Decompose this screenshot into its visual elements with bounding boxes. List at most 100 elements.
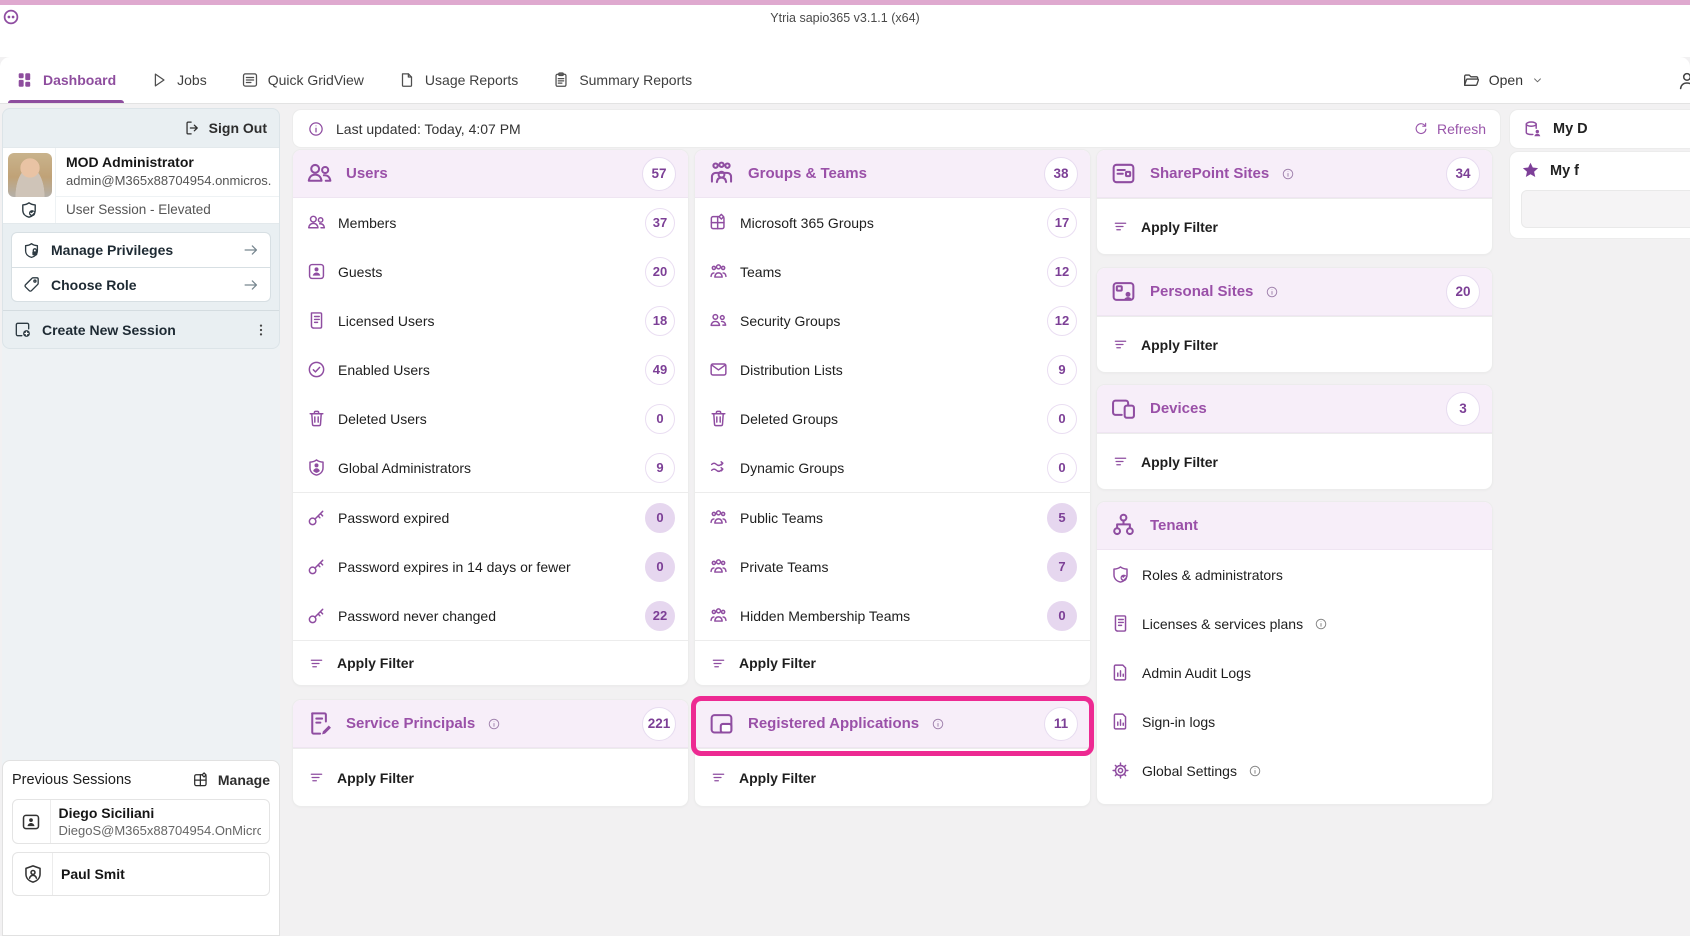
devices-card-header[interactable]: Devices 3 (1097, 385, 1492, 433)
create-new-session-button[interactable]: Create New Session (3, 310, 279, 348)
card-row[interactable]: Sign-in logs (1097, 697, 1492, 746)
card-row[interactable]: Roles & administrators (1097, 550, 1492, 599)
key-icon (306, 556, 327, 577)
sharepoint-sites-card: SharePoint Sites 34 Apply Filter (1097, 150, 1492, 254)
main-nav: Dashboard Jobs Quick GridView Usage Repo… (0, 57, 1690, 104)
license-doc-icon (306, 310, 327, 331)
tenant-card: Tenant Roles & administrators Licenses &… (1097, 502, 1492, 804)
quick-gridview-icon (241, 71, 259, 89)
current-session-card: Sign Out MOD Administrator admin@M365x88… (2, 108, 280, 349)
service-principals-card: Service Principals 221 Apply Filter (293, 700, 688, 806)
previous-sessions-list: Diego Siciliani DiegoS@M365x88704954.OnM… (12, 799, 270, 896)
apply-filter-button[interactable]: Apply Filter (293, 640, 688, 685)
card-row[interactable]: Microsoft 365 Groups 17 (695, 198, 1090, 247)
count-badge: 37 (645, 208, 675, 238)
count-badge: 38 (1044, 157, 1078, 191)
person-shield-icon (13, 853, 53, 895)
card-row[interactable]: Enabled Users 49 (293, 345, 688, 394)
refresh-button[interactable]: Refresh (1413, 121, 1486, 137)
session-status: User Session - Elevated (55, 197, 279, 223)
my-data-button[interactable]: My D (1510, 110, 1690, 148)
apply-filter-button[interactable]: Apply Filter (1097, 433, 1492, 489)
manage-sessions-button[interactable]: Manage (192, 771, 270, 789)
shield-check-icon (1110, 564, 1131, 585)
count-badge: 22 (645, 601, 675, 631)
card-row[interactable]: Password expired 0 (293, 493, 688, 542)
card-row[interactable]: Guests 20 (293, 247, 688, 296)
teams-icon (708, 261, 729, 282)
person-badge-icon (13, 800, 51, 843)
card-row[interactable]: Admin Audit Logs (1097, 648, 1492, 697)
info-icon (1265, 285, 1279, 299)
apply-filter-button[interactable]: Apply Filter (1097, 198, 1492, 254)
card-row[interactable]: Password expires in 14 days or fewer 0 (293, 542, 688, 591)
tenant-card-header[interactable]: Tenant (1097, 502, 1492, 550)
previous-session-item[interactable]: Paul Smit (12, 852, 270, 896)
sharepoint-sites-card-header[interactable]: SharePoint Sites 34 (1097, 150, 1492, 198)
groups-teams-card: Groups & Teams 38 Microsoft 365 Groups 1… (695, 150, 1090, 685)
doc-chart-icon (1110, 711, 1131, 732)
card-row[interactable]: Teams 12 (695, 247, 1090, 296)
card-row[interactable]: Dynamic Groups 0 (695, 443, 1090, 492)
card-row[interactable]: Deleted Users 0 (293, 394, 688, 443)
registered-applications-card-header[interactable]: Registered Applications 11 (695, 700, 1090, 748)
usage-reports-icon (398, 71, 416, 89)
manage-privileges-button[interactable]: Manage Privileges (12, 233, 270, 267)
apply-filter-button[interactable]: Apply Filter (1097, 316, 1492, 372)
card-row[interactable]: Security Groups 12 (695, 296, 1090, 345)
sign-out-button[interactable]: Sign Out (183, 119, 267, 137)
card-row[interactable]: Public Teams 5 (695, 493, 1090, 542)
filter-icon (307, 768, 326, 787)
check-circle-icon (306, 359, 327, 380)
apply-filter-button[interactable]: Apply Filter (695, 640, 1090, 685)
groups-teams-card-header[interactable]: Groups & Teams 38 (695, 150, 1090, 198)
account-icon[interactable] (1676, 70, 1690, 92)
previous-session-item[interactable]: Diego Siciliani DiegoS@M365x88704954.OnM… (12, 799, 270, 844)
add-square-icon (13, 320, 32, 339)
users-card: Users 57 Members 37 Guests 20 Licensed U… (293, 150, 688, 685)
user-name: MOD Administrator (66, 154, 271, 170)
kebab-menu-icon[interactable] (253, 322, 269, 338)
folder-icon (1462, 71, 1481, 90)
count-badge: 9 (645, 453, 675, 483)
users-icon (305, 159, 334, 188)
count-badge: 18 (645, 306, 675, 336)
count-badge: 20 (1446, 275, 1480, 309)
card-row[interactable]: Hidden Membership Teams 0 (695, 591, 1090, 640)
card-row[interactable]: Global Settings (1097, 746, 1492, 795)
tab-dashboard[interactable]: Dashboard (16, 57, 116, 103)
teams-icon (708, 556, 729, 577)
summary-reports-icon (552, 71, 570, 89)
star-icon (1521, 161, 1540, 180)
card-row[interactable]: Licenses & services plans (1097, 599, 1492, 648)
tab-quick-gridview[interactable]: Quick GridView (241, 57, 364, 103)
users-card-header[interactable]: Users 57 (293, 150, 688, 198)
apply-filter-button[interactable]: Apply Filter (293, 748, 688, 806)
devices-card: Devices 3 Apply Filter (1097, 385, 1492, 489)
card-row[interactable]: Deleted Groups 0 (695, 394, 1090, 443)
card-row[interactable]: Private Teams 7 (695, 542, 1090, 591)
doc-chart-icon (1110, 662, 1131, 683)
manage-grid-icon (192, 771, 210, 789)
count-badge: 0 (645, 503, 675, 533)
apply-filter-button[interactable]: Apply Filter (695, 748, 1090, 806)
service-principals-card-header[interactable]: Service Principals 221 (293, 700, 688, 748)
gear-icon (1110, 760, 1131, 781)
card-row[interactable]: Distribution Lists 9 (695, 345, 1090, 394)
card-row[interactable]: Password never changed 22 (293, 591, 688, 640)
shield-lock-icon (22, 241, 41, 260)
count-badge: 49 (645, 355, 675, 385)
tab-usage-reports[interactable]: Usage Reports (398, 57, 518, 103)
info-icon (1281, 167, 1295, 181)
tab-summary-reports[interactable]: Summary Reports (552, 57, 692, 103)
m365-groups-icon (708, 212, 729, 233)
card-row[interactable]: Global Administrators 9 (293, 443, 688, 492)
info-icon (487, 717, 501, 731)
personal-sites-card-header[interactable]: Personal Sites 20 (1097, 268, 1492, 316)
open-button[interactable]: Open (1462, 57, 1544, 103)
teams-icon (708, 507, 729, 528)
tab-jobs[interactable]: Jobs (150, 57, 207, 103)
card-row[interactable]: Members 37 (293, 198, 688, 247)
card-row[interactable]: Licensed Users 18 (293, 296, 688, 345)
choose-role-button[interactable]: Choose Role (12, 267, 270, 301)
